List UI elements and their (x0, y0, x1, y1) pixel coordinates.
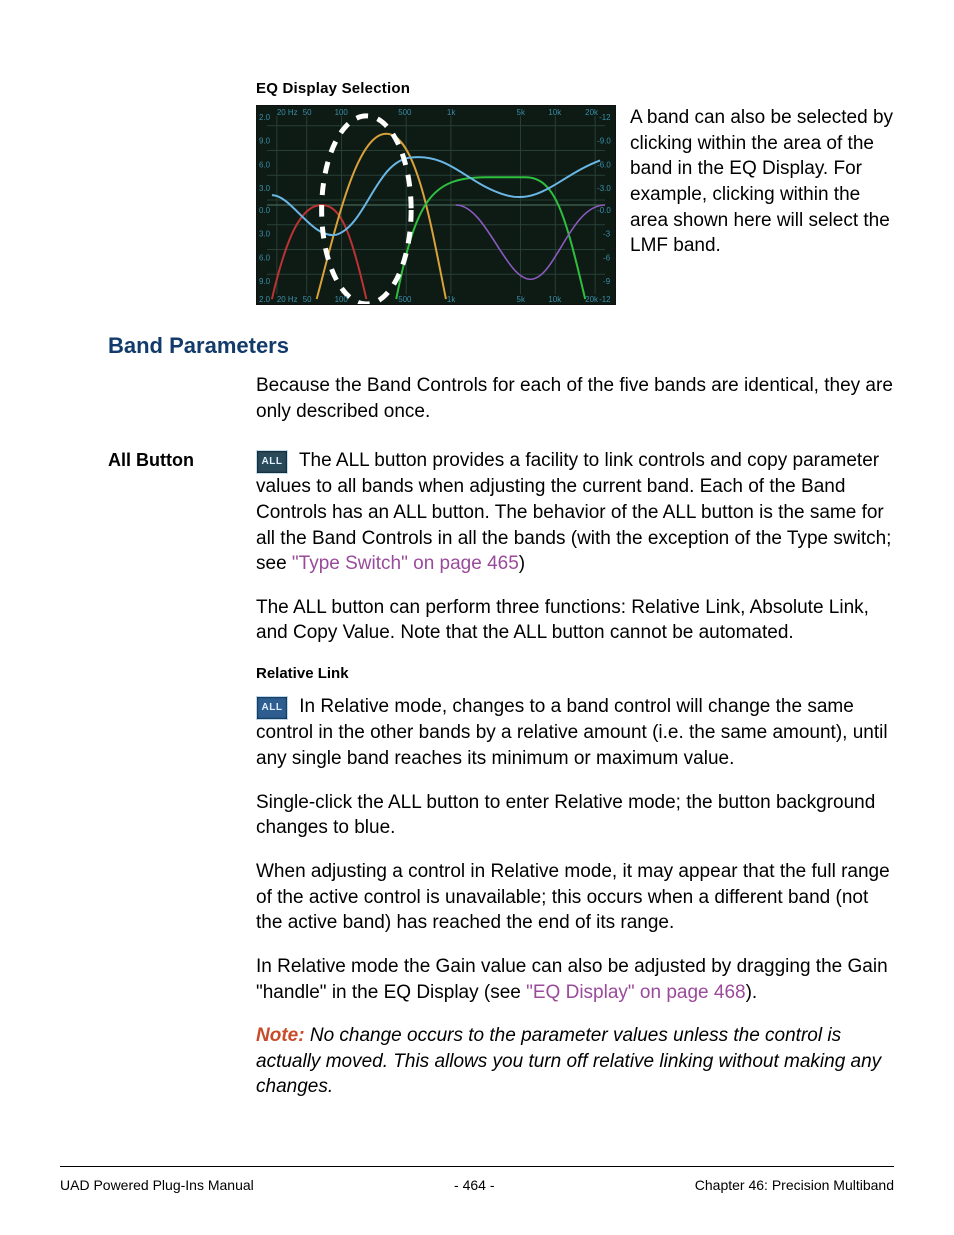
page-footer: UAD Powered Plug-Ins Manual - 464 - Chap… (60, 1166, 894, 1193)
relative-link-note: Note: No change occurs to the parameter … (256, 1023, 894, 1100)
footer-left: UAD Powered Plug-Ins Manual (60, 1177, 254, 1193)
svg-text:1k: 1k (447, 108, 455, 117)
relative-link-p4b: ). (746, 982, 758, 1003)
type-switch-xref[interactable]: "Type Switch" on page 465 (292, 553, 519, 574)
svg-text:50: 50 (303, 295, 312, 304)
all-button-p2: The ALL button can perform three functio… (256, 595, 894, 646)
svg-text:500: 500 (398, 108, 412, 117)
svg-text:20k: 20k (585, 108, 598, 117)
svg-text:5k: 5k (517, 108, 525, 117)
all-button-icon: ALL (256, 450, 288, 474)
svg-text:-9: -9 (603, 277, 611, 286)
svg-text:2.0: 2.0 (259, 113, 271, 122)
eq-display-figure: 20 Hz 50 100 500 1k 5k 10k 20k 20 Hz 50 … (256, 105, 616, 305)
note-text: No change occurs to the parameter values… (256, 1025, 881, 1097)
svg-text:20 Hz: 20 Hz (277, 108, 298, 117)
svg-text:9.0: 9.0 (259, 137, 271, 146)
svg-text:-12: -12 (599, 113, 610, 122)
band-parameters-intro: Because the Band Controls for each of th… (256, 373, 894, 424)
svg-text:-3: -3 (603, 230, 611, 239)
svg-text:3.0: 3.0 (259, 184, 271, 193)
relative-link-heading: Relative Link (256, 664, 894, 684)
eq-display-xref[interactable]: "EQ Display" on page 468 (526, 982, 745, 1003)
svg-text:9.0: 9.0 (259, 277, 271, 286)
note-label: Note: (256, 1025, 305, 1046)
svg-text:3.0: 3.0 (259, 230, 271, 239)
svg-text:6.0: 6.0 (259, 160, 271, 169)
svg-text:-12: -12 (599, 295, 610, 304)
eq-display-selection-text: A band can also be selected by clicking … (630, 105, 894, 259)
band-parameters-heading: Band Parameters (108, 333, 894, 359)
svg-text:1k: 1k (447, 295, 455, 304)
svg-text:-3.0: -3.0 (597, 184, 611, 193)
all-button-p1-lead: The ALL button provides a facility to li… (299, 450, 879, 471)
svg-text:100: 100 (335, 108, 349, 117)
all-button-icon-blue: ALL (256, 696, 288, 720)
svg-text:20k: 20k (585, 295, 598, 304)
svg-text:-6.0: -6.0 (597, 160, 611, 169)
relative-link-p4: In Relative mode the Gain value can also… (256, 954, 894, 1005)
svg-text:50: 50 (303, 108, 312, 117)
relative-link-p3: When adjusting a control in Relative mod… (256, 859, 894, 936)
svg-text:10k: 10k (548, 108, 561, 117)
relative-link-p1: ALL In Relative mode, changes to a band … (256, 694, 894, 771)
svg-text:-0.0: -0.0 (597, 206, 611, 215)
svg-text:2.0: 2.0 (259, 295, 271, 304)
all-button-label: All Button (108, 448, 256, 471)
svg-text:0.0: 0.0 (259, 206, 271, 215)
svg-text:20 Hz: 20 Hz (277, 295, 298, 304)
relative-link-p1-rest: trol in the other bands by a relative am… (256, 722, 888, 769)
svg-text:10k: 10k (548, 295, 561, 304)
svg-text:100: 100 (335, 295, 349, 304)
relative-link-p2: Single-click the ALL button to enter Rel… (256, 790, 894, 841)
svg-text:-9.0: -9.0 (597, 137, 611, 146)
svg-text:500: 500 (398, 295, 412, 304)
all-button-p1-close: ) (519, 553, 525, 574)
svg-text:6.0: 6.0 (259, 253, 271, 262)
svg-text:-6: -6 (603, 253, 611, 262)
footer-right: Chapter 46: Precision Multiband (695, 1177, 894, 1193)
svg-text:5k: 5k (517, 295, 525, 304)
eq-display-selection-heading: EQ Display Selection (256, 80, 894, 97)
all-button-p1: ALL The ALL button provides a facility t… (256, 448, 894, 577)
footer-center: - 464 - (454, 1177, 494, 1193)
